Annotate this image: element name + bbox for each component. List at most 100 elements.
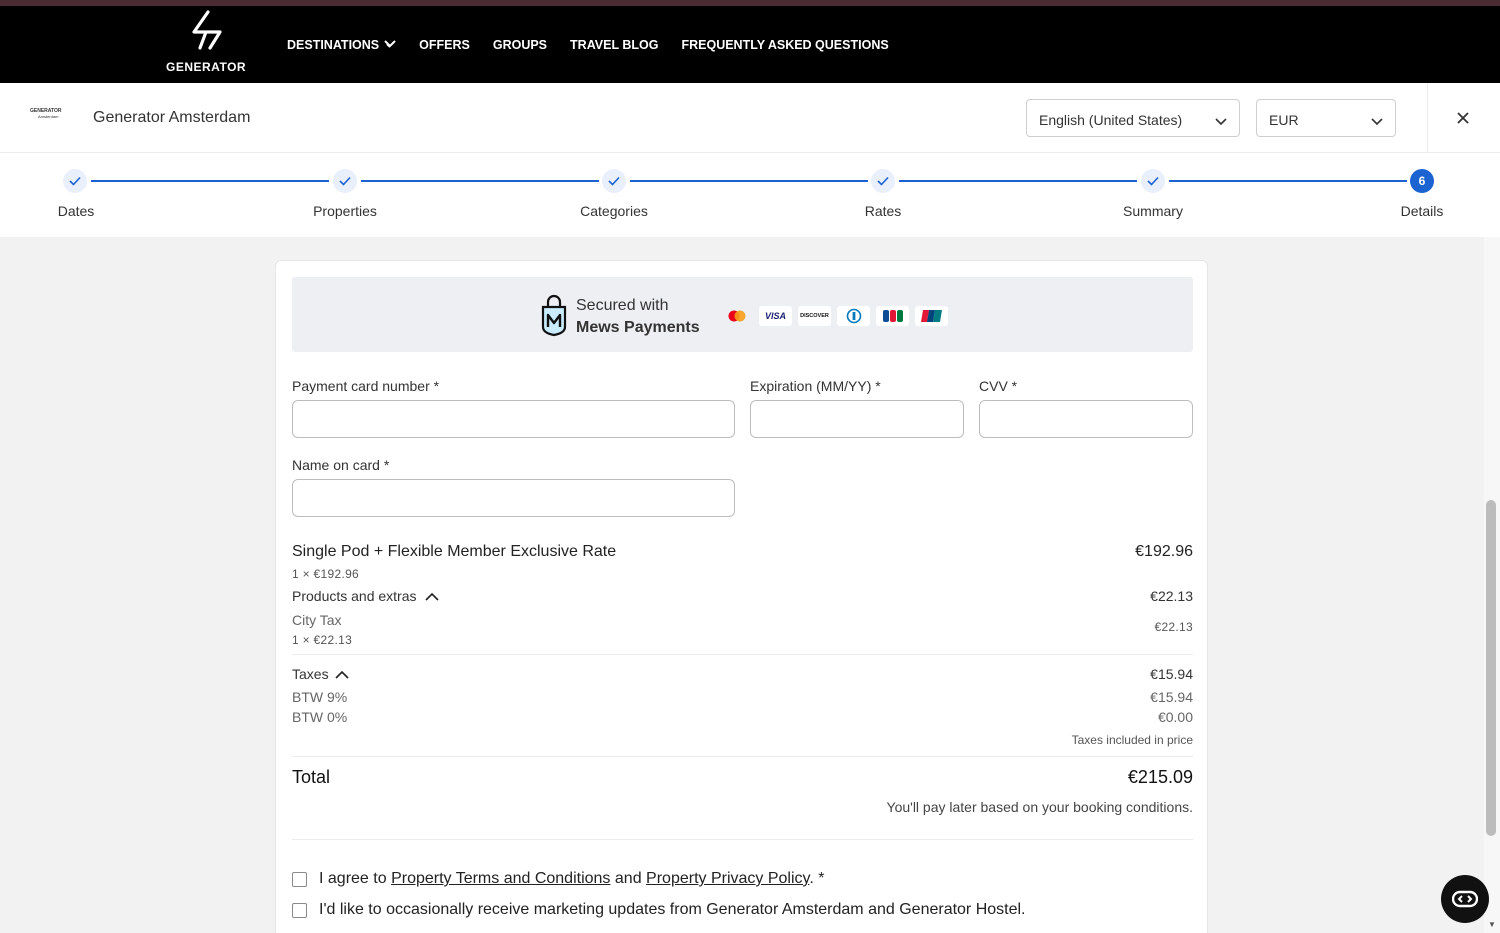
card-number-label: Payment card number * — [292, 378, 440, 394]
btw0-label: BTW 0% — [292, 709, 348, 725]
jcb-icon — [876, 306, 909, 326]
step-properties-check-icon[interactable] — [333, 169, 357, 193]
btw9-value: €15.94 — [1150, 689, 1193, 705]
nav-destinations[interactable]: DESTINATIONS — [287, 38, 396, 52]
step-connector — [630, 180, 868, 182]
visa-icon: VISA — [759, 306, 792, 326]
step-label-categories[interactable]: Categories — [580, 203, 648, 219]
step-rates-check-icon[interactable] — [871, 169, 895, 193]
and-text: and — [614, 870, 642, 887]
nav-destinations-label: DESTINATIONS — [287, 38, 380, 52]
chat-icon — [1452, 890, 1478, 908]
chevron-up-icon[interactable] — [425, 588, 439, 606]
mastercard-icon — [720, 306, 753, 326]
city-tax-qty-row: 1 × €22.13 — [292, 631, 1193, 649]
step-categories-check-icon[interactable] — [602, 169, 626, 193]
summary-divider — [292, 839, 1193, 840]
language-select-value: English (United States) — [1039, 112, 1183, 128]
marketing-checkbox[interactable] — [292, 903, 307, 918]
step-label-dates[interactable]: Dates — [58, 203, 95, 219]
language-select[interactable]: English (United States) — [1026, 99, 1240, 137]
taxes-row[interactable]: Taxes €15.94 — [292, 666, 1193, 684]
step-connector — [899, 180, 1137, 182]
pay-note: You'll pay later based on your booking c… — [886, 799, 1193, 815]
logo-text: GENERATOR — [166, 60, 247, 74]
scrollbar-thumb[interactable] — [1486, 500, 1496, 836]
taxes-note: Taxes included in price — [1071, 733, 1193, 747]
secured-line2: Mews Payments — [576, 319, 700, 336]
step-label-properties[interactable]: Properties — [313, 203, 377, 219]
city-tax-label: City Tax — [292, 612, 342, 628]
close-icon[interactable] — [1452, 107, 1474, 129]
cvv-label: CVV * — [979, 378, 1018, 394]
city-tax-price: €22.13 — [1154, 620, 1193, 634]
secured-payments-banner: Secured with Mews Payments VISA DISCOVER — [292, 277, 1193, 352]
chat-widget-button[interactable] — [1441, 875, 1489, 923]
products-extras-label: Products and extras — [292, 588, 417, 605]
step-connector — [1169, 180, 1407, 182]
step-details-number: 6 — [1410, 169, 1434, 193]
line-item-name: Single Pod + Flexible Member Exclusive R… — [292, 543, 617, 560]
step-dates-check-icon[interactable] — [63, 169, 87, 193]
line-item-price: €192.96 — [1135, 543, 1193, 560]
header-divider — [1427, 83, 1428, 153]
step-summary-check-icon[interactable] — [1141, 169, 1165, 193]
payment-card: Secured with Mews Payments VISA DISCOVER… — [275, 260, 1208, 933]
taxes-total: €15.94 — [1150, 666, 1193, 682]
nav-travel-blog[interactable]: TRAVEL BLOG — [570, 38, 658, 52]
terms-consent-text: I agree to Property Terms and Conditions… — [319, 870, 824, 888]
total-label: Total — [292, 767, 331, 787]
expiration-input[interactable] — [750, 400, 964, 438]
terms-link[interactable]: Property Terms and Conditions — [391, 870, 610, 887]
booking-engine-header: GENERATOR Amsterdam Generator Amsterdam … — [0, 83, 1500, 153]
agree-suffix: . * — [809, 870, 825, 887]
chevron-down-icon — [1371, 113, 1383, 129]
agree-prefix: I agree to — [319, 870, 387, 887]
currency-select[interactable]: EUR — [1256, 99, 1396, 137]
discover-icon: DISCOVER — [798, 306, 831, 326]
generator-logo[interactable]: GENERATOR — [166, 10, 246, 78]
property-logo: GENERATOR Amsterdam — [30, 109, 72, 123]
taxes-label: Taxes — [292, 666, 329, 683]
products-extras-row[interactable]: Products and extras €22.13 — [292, 588, 1193, 606]
secured-text: Secured with Mews Payments — [576, 295, 700, 339]
booking-stepper: 6 Dates Properties Categories Rates Summ… — [0, 153, 1500, 237]
step-label-rates[interactable]: Rates — [865, 203, 902, 219]
step-connector — [91, 180, 329, 182]
line-item-row: Single Pod + Flexible Member Exclusive R… — [292, 543, 1193, 561]
nav-faq[interactable]: FREQUENTLY ASKED QUESTIONS — [681, 38, 888, 52]
chevron-up-icon[interactable] — [335, 666, 349, 684]
step-label-details: Details — [1400, 203, 1444, 219]
step-connector — [361, 180, 599, 182]
name-on-card-input[interactable] — [292, 479, 735, 517]
name-on-card-label: Name on card * — [292, 457, 390, 473]
privacy-link[interactable]: Property Privacy Policy — [646, 870, 809, 887]
cvv-input[interactable] — [979, 400, 1193, 438]
btw0-row: BTW 0% €0.00 — [292, 709, 1193, 727]
chevron-down-icon — [1215, 113, 1227, 129]
terms-checkbox[interactable] — [292, 872, 307, 887]
btw9-row: BTW 9% €15.94 — [292, 689, 1193, 707]
total-value: €215.09 — [1127, 767, 1193, 787]
summary-divider — [292, 654, 1193, 655]
city-tax-row: City Tax — [292, 612, 1193, 630]
line-item-qty: 1 × €192.96 — [292, 567, 360, 581]
total-row: Total €215.09 — [292, 767, 1193, 788]
card-number-input[interactable] — [292, 400, 735, 438]
hotel-name: Generator Amsterdam — [93, 109, 251, 126]
products-extras-total: €22.13 — [1150, 588, 1193, 604]
marketing-consent-text: I'd like to occasionally receive marketi… — [319, 901, 1026, 918]
city-tax-qty: 1 × €22.13 — [292, 633, 353, 647]
chevron-down-icon — [384, 38, 396, 52]
nav-offers[interactable]: OFFERS — [419, 38, 470, 52]
btw0-value: €0.00 — [1157, 709, 1193, 725]
btw9-label: BTW 9% — [292, 689, 348, 705]
nav-groups[interactable]: GROUPS — [493, 38, 547, 52]
property-logo-line2: Amsterdam — [38, 114, 59, 119]
summary-divider — [292, 756, 1193, 757]
site-header: GENERATOR DESTINATIONS OFFERS GROUPS TRA… — [0, 6, 1500, 83]
expiration-label: Expiration (MM/YY) * — [750, 378, 881, 394]
currency-select-value: EUR — [1269, 112, 1299, 128]
step-label-summary[interactable]: Summary — [1123, 203, 1183, 219]
scroll-down-arrow-icon[interactable]: ▼ — [1488, 920, 1496, 929]
